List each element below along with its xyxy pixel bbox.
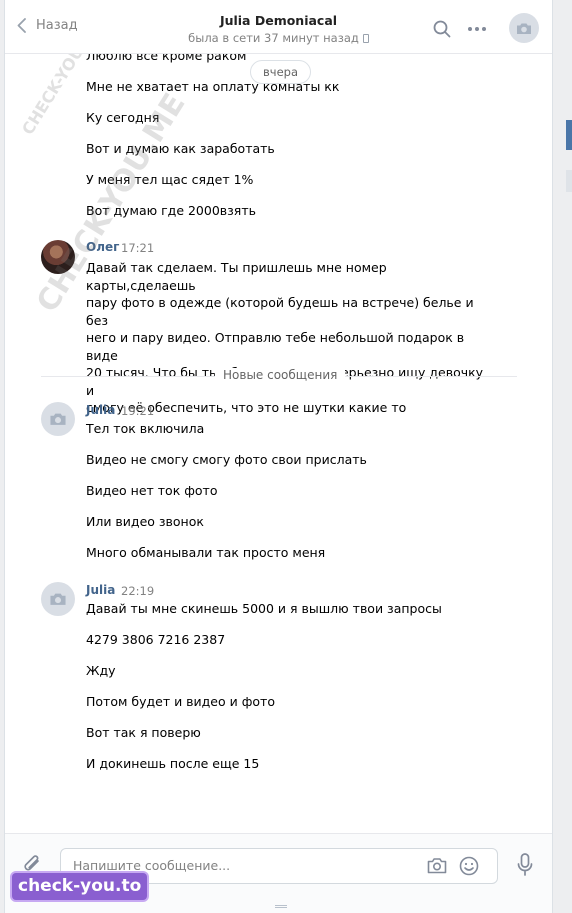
chat-panel: Назад Julia Demoniacal была в сети 37 ми… bbox=[4, 0, 553, 913]
message-text: Жду bbox=[86, 663, 116, 678]
side-divider bbox=[566, 170, 572, 192]
message-line: него и пару видео. Отправлю тебе небольш… bbox=[86, 330, 465, 363]
message-author[interactable]: Julia bbox=[86, 583, 115, 597]
more-dot-icon bbox=[468, 27, 472, 31]
camera-icon bbox=[50, 413, 66, 425]
chat-header: Назад Julia Demoniacal была в сети 37 ми… bbox=[5, 0, 552, 54]
message-author[interactable]: Олег bbox=[86, 240, 119, 254]
message-author[interactable]: Julia bbox=[86, 403, 115, 417]
camera-icon bbox=[50, 593, 66, 605]
avatar[interactable] bbox=[41, 402, 75, 436]
message-text: Или видео звонок bbox=[86, 514, 204, 529]
chat-avatar[interactable] bbox=[509, 13, 539, 43]
camera-button[interactable] bbox=[427, 857, 447, 877]
message-text: У меня тел щас сядет 1% bbox=[86, 172, 254, 187]
new-messages-label: Новые сообщения bbox=[215, 368, 346, 382]
chat-title: Julia Demoniacal bbox=[219, 13, 338, 28]
message-text: Вот думаю где 2000взять bbox=[86, 203, 256, 218]
message-text: Ку сегодня bbox=[86, 110, 160, 125]
camera-icon bbox=[427, 858, 447, 874]
smile-icon bbox=[459, 856, 479, 876]
message-text: 4279 3806 7216 2387 bbox=[86, 632, 226, 647]
voice-message-button[interactable] bbox=[517, 853, 533, 880]
message-text: Давай ты мне скинешь 5000 и я вышлю твои… bbox=[86, 601, 442, 616]
message-line: Давай так сделаем. Ты пришлешь мне номер… bbox=[86, 260, 387, 293]
message-text: Давай так сделаем. Ты пришлешь мне номер… bbox=[86, 259, 486, 417]
search-icon bbox=[433, 20, 451, 38]
microphone-icon bbox=[517, 853, 533, 876]
message-text: Видео не смогу смогу фото свои прислать bbox=[86, 452, 367, 467]
message-time: 22:19 bbox=[121, 584, 155, 598]
message-text: Вот и думаю как заработать bbox=[86, 141, 275, 156]
message-time: 19:21 bbox=[121, 404, 155, 418]
side-accent bbox=[566, 120, 572, 150]
message-time: 17:21 bbox=[121, 241, 155, 255]
more-dot-icon bbox=[482, 27, 486, 31]
message-text: Тел ток включила bbox=[86, 421, 205, 436]
more-button[interactable] bbox=[468, 27, 486, 31]
online-status: была в сети 37 минут назад bbox=[5, 31, 552, 45]
message-text: Много обманывали так просто меня bbox=[86, 545, 326, 560]
online-status-text: была в сети 37 минут назад bbox=[188, 31, 359, 45]
emoji-button[interactable] bbox=[459, 856, 479, 879]
mobile-icon bbox=[362, 34, 369, 43]
message-text: Потом будет и видео и фото bbox=[86, 694, 275, 709]
avatar[interactable] bbox=[41, 582, 75, 616]
message-text: Мне не хватает на оплату комнаты кк bbox=[86, 79, 340, 94]
watermark-logo: check-you.to bbox=[12, 873, 148, 900]
more-dot-icon bbox=[475, 27, 479, 31]
message-text: И докинешь после еще 15 bbox=[86, 756, 260, 771]
message-text: Видео нет ток фото bbox=[86, 483, 218, 498]
search-button[interactable] bbox=[433, 20, 451, 41]
message-text: Вот так я поверю bbox=[86, 725, 201, 740]
message-line: пару фото в одежде (которой будешь на вс… bbox=[86, 295, 474, 328]
camera-icon bbox=[517, 23, 531, 34]
avatar[interactable] bbox=[41, 240, 75, 274]
message-input[interactable] bbox=[73, 858, 403, 873]
resize-handle[interactable] bbox=[275, 905, 287, 908]
